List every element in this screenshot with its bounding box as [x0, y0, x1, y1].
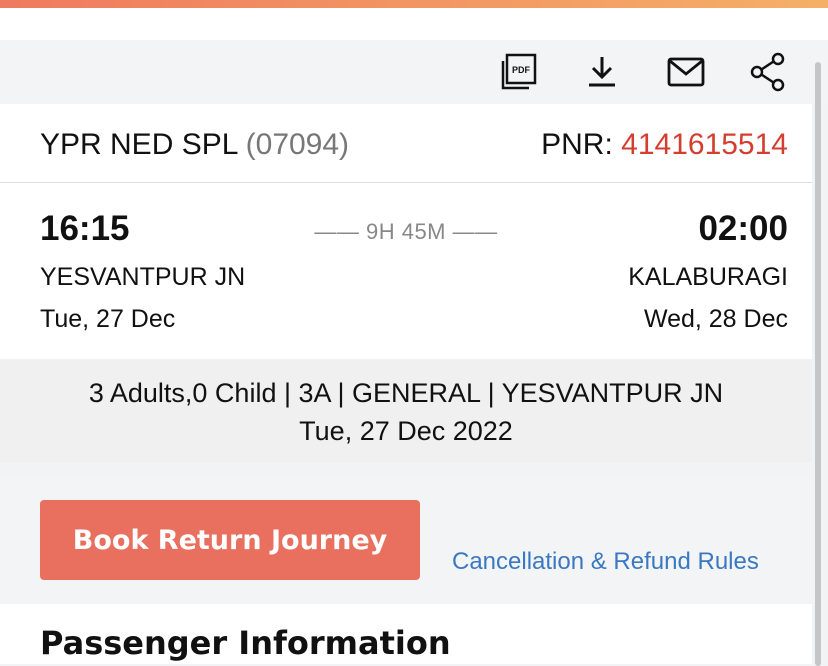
booking-summary-line2: Tue, 27 Dec 2022 [299, 416, 513, 446]
journey-card: 16:15 —— 9H 45M —— 02:00 YESVANTPUR JN K… [0, 183, 812, 359]
cancellation-refund-rules-link[interactable]: Cancellation & Refund Rules [452, 548, 759, 576]
actions-area: Book Return Journey Cancellation & Refun… [0, 474, 812, 602]
booking-summary-line1: 3 Adults,0 Child | 3A | GENERAL | YESVAN… [88, 378, 724, 408]
top-accent-bar [0, 0, 828, 8]
passenger-section-title: Passenger Information [40, 624, 451, 662]
arrival-date: Wed, 28 Dec [643, 305, 788, 333]
train-number: (07094) [245, 128, 350, 161]
ticket-toolbar: PDF [0, 40, 828, 104]
passenger-section: Passenger Information [0, 604, 812, 664]
arrival-time: 02:00 [698, 209, 788, 248]
pdf-icon-text: PDF [512, 65, 531, 75]
pnr-value: 4141615514 [621, 128, 788, 161]
scrollbar[interactable] [815, 62, 821, 666]
journey-duration: —— 9H 45M —— [314, 219, 498, 244]
download-icon[interactable] [580, 50, 624, 94]
departure-date: Tue, 27 Dec [40, 305, 176, 333]
share-icon[interactable] [746, 50, 790, 94]
book-return-journey-button[interactable]: Book Return Journey [40, 500, 420, 580]
train-title: YPR NED SPL (07094) [40, 128, 349, 162]
header-strip [0, 8, 828, 40]
arrival-station: KALABURAGI [628, 263, 788, 291]
pnr: PNR: 4141615514 [541, 128, 788, 162]
mail-icon[interactable] [664, 50, 708, 94]
train-name: YPR NED SPL [40, 128, 238, 161]
departure-station: YESVANTPUR JN [40, 263, 246, 291]
pdf-icon[interactable]: PDF [497, 50, 541, 94]
train-info-card: YPR NED SPL (07094) PNR: 4141615514 [0, 104, 812, 183]
booking-summary: 3 Adults,0 Child | 3A | GENERAL | YESVAN… [0, 360, 812, 462]
pnr-label: PNR: [541, 128, 613, 161]
